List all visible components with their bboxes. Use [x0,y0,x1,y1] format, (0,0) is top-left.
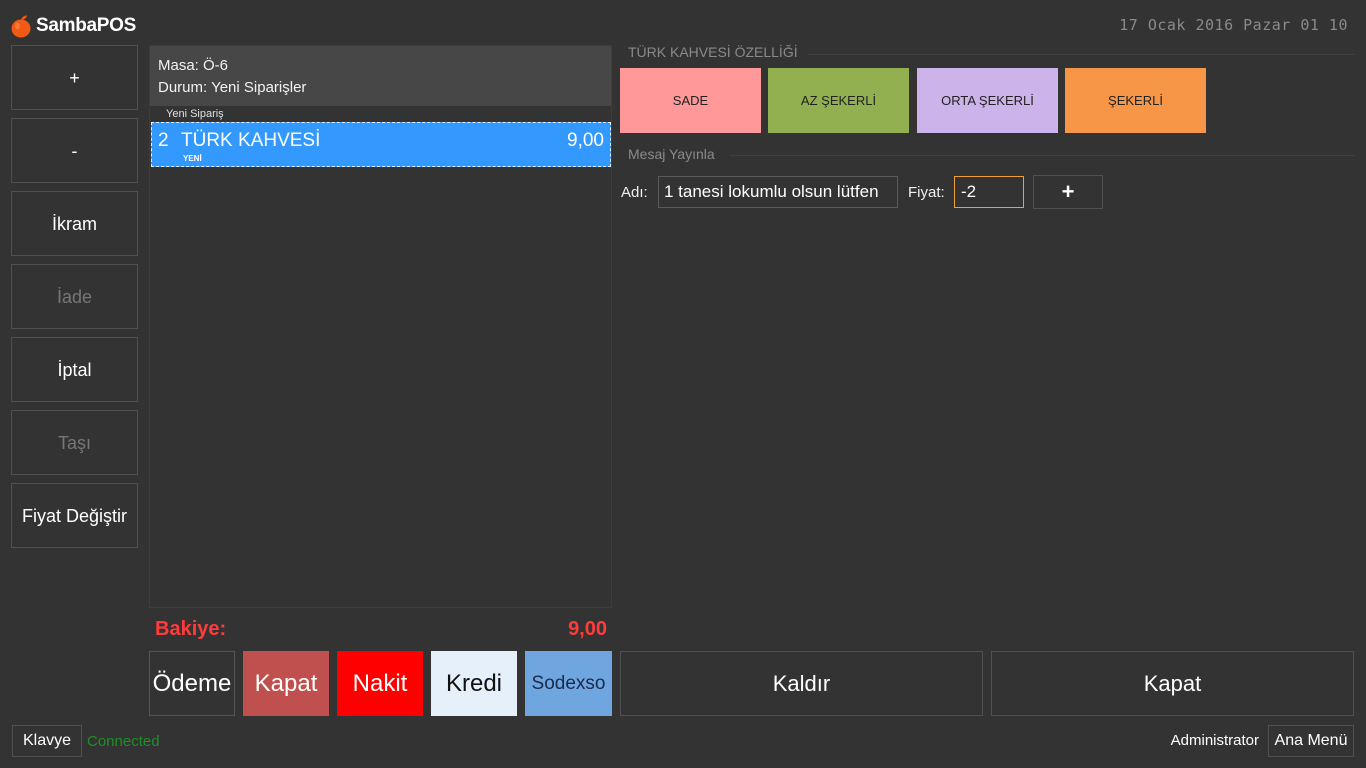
table-label: Masa: Ö-6 [158,57,229,74]
apple-logo-icon [11,15,31,38]
order-line[interactable]: 2 TÜRK KAHVESİ 9,00 YENİ [151,122,611,167]
decrease-quantity-button[interactable]: - [11,118,138,183]
change-price-button[interactable]: Fiyat Değiştir [11,483,138,548]
payment-button[interactable]: Ödeme [149,651,235,716]
app-logo: SambaPOS [10,12,136,40]
order-state-tag: YENİ [183,154,202,163]
ticket-panel: Masa: Ö-6 Durum: Yeni Siparişler Yeni Si… [149,45,612,608]
keyboard-button[interactable]: Klavye [12,725,82,757]
order-group-label: Yeni Sipariş [166,108,224,120]
app-brand: SambaPOS [36,15,137,36]
balance-value: 9,00 [568,618,607,640]
property-sade-button[interactable]: SADE [620,68,761,133]
price-label: Fiyat: [908,184,945,201]
cash-button[interactable]: Nakit [337,651,423,716]
move-button[interactable]: Taşı [11,410,138,475]
properties-divider [808,54,1355,55]
add-message-button[interactable]: + [1033,175,1103,209]
order-qty: 2 [158,130,169,151]
remove-button[interactable]: Kaldır [620,651,983,716]
message-price-input[interactable] [954,176,1024,208]
cancel-button[interactable]: İptal [11,337,138,402]
gift-button[interactable]: İkram [11,191,138,256]
sodexso-button[interactable]: Sodexso [525,651,612,716]
property-sekerli-button[interactable]: ŞEKERLİ [1065,68,1206,133]
properties-title: TÜRK KAHVESİ ÖZELLİĞİ [628,44,798,60]
balance-label: Bakiye: [155,618,227,640]
broadcast-title: Mesaj Yayınla [628,146,715,162]
property-orta-sekerli-button[interactable]: ORTA ŞEKERLİ [917,68,1058,133]
credit-button[interactable]: Kredi [431,651,517,716]
ticket-header: Masa: Ö-6 Durum: Yeni Siparişler [150,46,611,106]
user-name: Administrator [1170,732,1259,749]
name-label: Adı: [621,184,648,201]
main-menu-button[interactable]: Ana Menü [1268,725,1354,757]
order-price: 9,00 [567,130,604,151]
close-ticket-small-button[interactable]: Kapat [243,651,329,716]
increase-quantity-button[interactable]: + [11,45,138,110]
ticket-status: Durum: Yeni Siparişler [158,79,307,96]
return-button[interactable]: İade [11,264,138,329]
property-az-sekerli-button[interactable]: AZ ŞEKERLİ [768,68,909,133]
message-name-input[interactable] [658,176,898,208]
order-name: TÜRK KAHVESİ [181,130,321,151]
broadcast-divider [730,155,1355,156]
datetime: 17 Ocak 2016 Pazar 01 10 [1119,16,1348,34]
connection-status: Connected [87,733,160,750]
close-button[interactable]: Kapat [991,651,1354,716]
